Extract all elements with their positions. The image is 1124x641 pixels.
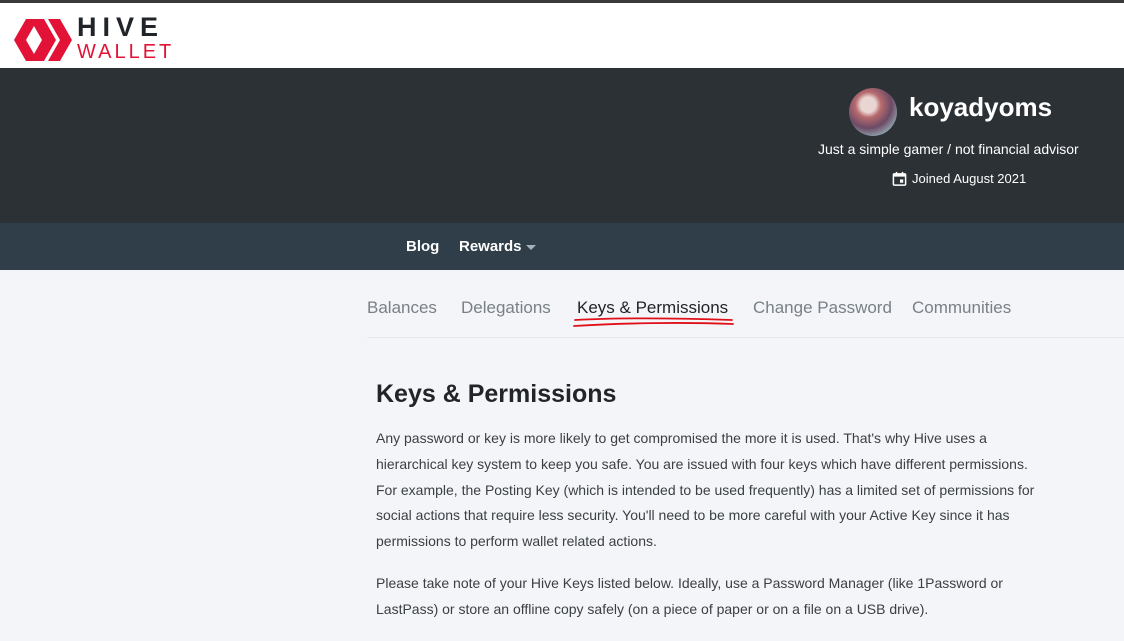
- logo-product-text: WALLET: [77, 41, 175, 63]
- profile-joined-text: Joined August 2021: [912, 171, 1027, 186]
- subnav-rewards-label: Rewards: [459, 238, 522, 255]
- subnav-rewards-dropdown[interactable]: Rewards: [459, 238, 536, 255]
- subnav-blog-link[interactable]: Blog: [406, 238, 439, 255]
- intro-paragraph: Any password or key is more likely to ge…: [376, 430, 1035, 550]
- calendar-icon: [892, 171, 907, 186]
- section-title: Keys & Permissions: [376, 380, 617, 408]
- logo-wordmark: HIVE WALLET: [77, 13, 174, 63]
- top-header: HIVE WALLET: [0, 0, 1124, 68]
- annotation-red-underline: [573, 317, 734, 327]
- note-paragraph: Please take note of your Hive Keys liste…: [376, 574, 1003, 617]
- chevron-down-icon: [525, 244, 536, 250]
- logo-brand-text: HIVE: [77, 12, 165, 42]
- profile-header: koyadyoms Just a simple gamer / not fina…: [0, 68, 1124, 223]
- tab-keys-permissions[interactable]: Keys & Permissions: [577, 298, 728, 318]
- hive-wallet-logo[interactable]: HIVE WALLET: [0, 3, 180, 68]
- profile-joined: Joined August 2021: [892, 171, 1026, 186]
- avatar[interactable]: [849, 88, 897, 136]
- profile-about: Just a simple gamer / not financial advi…: [818, 141, 1079, 157]
- tab-delegations[interactable]: Delegations: [461, 298, 551, 318]
- profile-username: koyadyoms: [909, 92, 1053, 122]
- profile-subnav: Blog Rewards: [0, 223, 1124, 270]
- keys-permissions-section: Keys & Permissions Any password or key i…: [376, 380, 1036, 639]
- tab-balances[interactable]: Balances: [367, 298, 437, 318]
- tab-change-password[interactable]: Change Password: [753, 298, 892, 318]
- tab-communities[interactable]: Communities: [912, 298, 1011, 318]
